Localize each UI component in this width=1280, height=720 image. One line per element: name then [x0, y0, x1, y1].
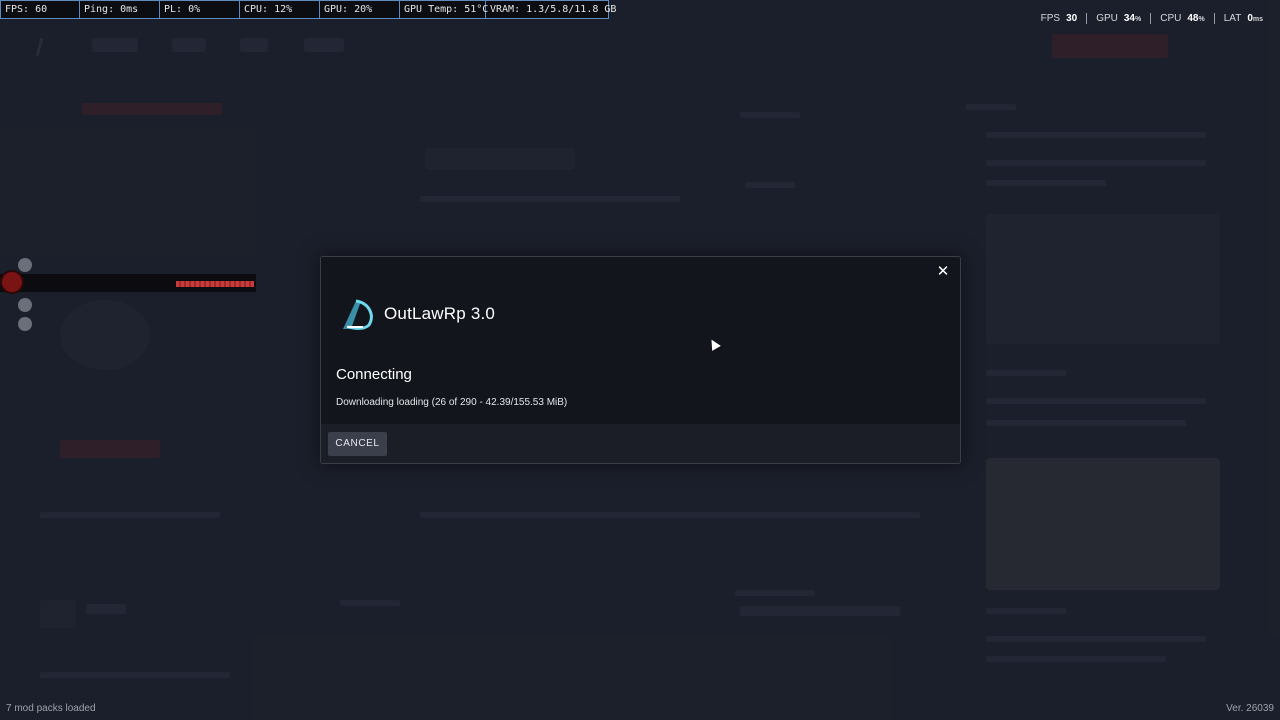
stat-label: LAT — [1223, 12, 1242, 24]
stat-label: CPU — [1160, 12, 1182, 24]
performance-overlay: FPS: 60 Ping: 0ms PL: 0% CPU: 12% GPU: 2… — [0, 0, 617, 19]
mod-packs-status: 7 mod packs loaded — [6, 703, 96, 714]
stat-latency: LAT 0ms — [1213, 12, 1272, 24]
perf-ping: Ping: 0ms — [80, 1, 160, 18]
close-icon[interactable]: ✕ — [934, 262, 952, 280]
voice-user-row — [18, 257, 44, 273]
perf-cpu: CPU: 12% — [240, 1, 320, 18]
voice-user-row — [18, 297, 32, 313]
active-speaker-avatar — [0, 270, 24, 294]
download-progress-text: Downloading loading (26 of 290 - 42.39/1… — [336, 397, 568, 408]
voice-level-meter — [176, 281, 254, 287]
voice-chat-overlay — [0, 252, 260, 336]
avatar — [18, 317, 32, 331]
voice-user-row — [18, 316, 32, 332]
stat-value: 48 — [1187, 12, 1199, 24]
stat-cpu: CPU 48% — [1150, 12, 1213, 24]
avatar — [18, 258, 32, 272]
stat-unit: % — [1134, 15, 1142, 23]
dialog-footer: CANCEL — [321, 424, 960, 463]
stat-unit: ms — [1252, 15, 1263, 23]
perf-gpu: GPU: 20% — [320, 1, 400, 18]
version-label: Ver. 26039 — [1226, 703, 1274, 714]
perf-gpu-temp: GPU Temp: 51°C — [400, 1, 488, 18]
perf-fps: FPS: 60 — [1, 1, 80, 18]
stat-unit: % — [1198, 15, 1205, 23]
perf-packet-loss: PL: 0% — [160, 1, 240, 18]
stat-label: GPU — [1096, 12, 1118, 24]
cancel-button[interactable]: CANCEL — [328, 432, 387, 456]
stat-label: FPS — [1040, 12, 1061, 24]
stat-value: 30 — [1066, 12, 1078, 24]
connecting-dialog: ✕ OutLawRp 3.0 Connecting Downloading lo… — [320, 256, 961, 464]
system-stats: FPS 30 GPU 34% CPU 48% LAT 0ms — [1032, 10, 1272, 26]
server-name: OutLawRp 3.0 — [384, 304, 496, 323]
dialog-body: ✕ OutLawRp 3.0 Connecting Downloading lo… — [321, 257, 960, 424]
stat-value: 34 — [1123, 12, 1135, 24]
perf-vram: VRAM: 1.3/5.8/11.8 GB — [490, 4, 617, 15]
server-logo-icon — [343, 299, 373, 330]
stat-gpu: GPU 34% — [1086, 12, 1150, 24]
avatar — [18, 298, 32, 312]
connection-status-title: Connecting — [336, 366, 412, 383]
stat-fps: FPS 30 — [1032, 13, 1087, 24]
